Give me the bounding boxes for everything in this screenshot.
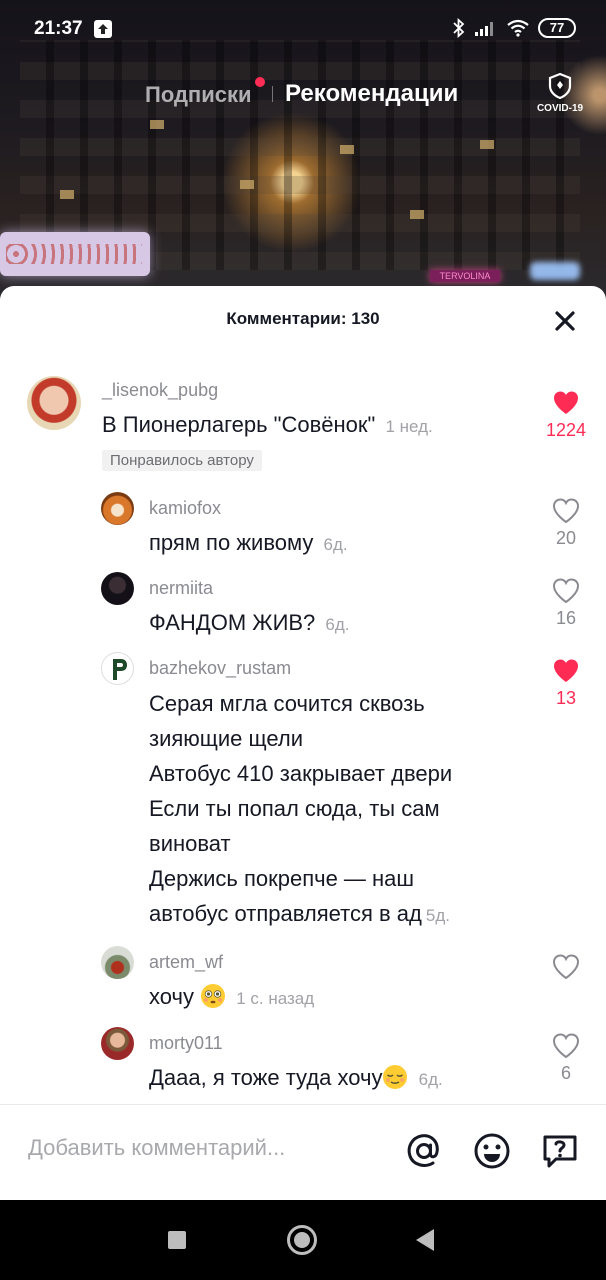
like-button[interactable] [536, 954, 596, 984]
like-button[interactable]: 16 [536, 578, 596, 629]
window-light [480, 140, 494, 149]
comments-count-title: Комментарии: 130 [226, 309, 380, 328]
back-button[interactable] [416, 1229, 434, 1251]
relieved-face-emoji-icon [383, 1065, 408, 1089]
close-icon[interactable] [552, 308, 578, 334]
comment-username[interactable]: kamiofox [149, 498, 221, 519]
comment-body: хочу [149, 984, 194, 1009]
heart-filled-icon [554, 391, 578, 414]
comment-line: Серая мгла сочится сквозь [149, 691, 425, 716]
recent-apps-button[interactable] [168, 1231, 186, 1249]
comments-header: Комментарии: 130 [0, 286, 606, 350]
comment-username[interactable]: nermiita [149, 578, 213, 599]
window-light [410, 210, 424, 219]
status-time: 21:37 [34, 18, 83, 39]
comment-body: ФАНДОМ ЖИВ? [149, 610, 316, 635]
tab-divider [272, 86, 273, 102]
heart-outline-icon [552, 498, 580, 524]
letter-p-icon [113, 659, 127, 680]
comment-body: Дааа, я тоже туда хочу [149, 1065, 383, 1090]
heart-outline-icon [552, 1033, 580, 1059]
heart-outline-icon [552, 578, 580, 604]
comment-time: 1 нед. [385, 417, 433, 436]
like-button[interactable]: 13 [536, 658, 596, 709]
like-count: 16 [555, 608, 577, 628]
like-count: 20 [555, 528, 577, 548]
comment-input-bar: Добавить комментарий... [0, 1104, 606, 1200]
like-count: 1224 [545, 420, 587, 440]
creator-liked-badge: Понравилось автору [102, 450, 262, 471]
comments-sheet: Комментарии: 130 _lisenok_pubg В Пионерл… [0, 286, 606, 1200]
window-light [340, 145, 354, 154]
comment-time: 6д. [418, 1070, 443, 1089]
blue-light [530, 262, 580, 280]
notification-dot [255, 77, 265, 87]
comment-line: Держись покрепче — наш [149, 866, 415, 891]
wifi-icon [507, 19, 529, 37]
shield-icon [548, 72, 572, 100]
comment-body: В Пионерлагерь "Совёнок" [102, 412, 376, 437]
comment-time: 6д. [325, 615, 350, 634]
avatar[interactable] [101, 946, 134, 979]
avatar[interactable] [101, 492, 134, 525]
avatar[interactable] [101, 572, 134, 605]
comment-line: Автобус 410 закрывает двери [149, 761, 453, 786]
mention-icon[interactable] [404, 1131, 444, 1171]
like-count: 13 [555, 688, 577, 708]
battery-indicator: 77 [538, 18, 576, 38]
like-button[interactable]: 6 [536, 1033, 596, 1084]
comment-username[interactable]: artem_wf [149, 952, 223, 973]
tab-following[interactable]: Подписки [145, 82, 252, 108]
window-light [150, 120, 164, 129]
bluetooth-icon [453, 18, 465, 38]
comment-text: Серая мгла сочится сквозь зияющие щели А… [149, 686, 452, 933]
window-light [240, 180, 254, 189]
tab-for-you[interactable]: Рекомендации [285, 80, 458, 108]
comment-line: Если ты попал сюда, ты сам [149, 796, 440, 821]
comment-username[interactable]: bazhekov_rustam [149, 658, 291, 679]
comment-text: В Пионерлагерь "Совёнок" 1 нед. [102, 407, 433, 444]
like-count: 6 [560, 1063, 571, 1083]
comment-username[interactable]: morty011 [149, 1033, 223, 1054]
covid-button[interactable]: COVID-19 [530, 72, 590, 122]
feed-tabs: Подписки Рекомендации COVID-19 [0, 72, 606, 114]
signal-icon [475, 22, 493, 36]
like-button[interactable]: 20 [536, 498, 596, 549]
like-button[interactable]: 1224 [536, 390, 596, 441]
status-icons: 77 [452, 18, 576, 38]
window-light [60, 190, 74, 199]
comment-time: 5д. [425, 906, 450, 925]
home-button[interactable] [287, 1225, 317, 1255]
comment-username[interactable]: _lisenok_pubg [102, 380, 218, 401]
comment-time: 6д. [323, 535, 348, 554]
comment-text: прям по живому 6д. [149, 525, 348, 562]
heart-filled-icon [554, 659, 578, 682]
comment-text: Дааа, я тоже туда хочу 6д. [149, 1060, 443, 1097]
comment-body: прям по живому [149, 530, 314, 555]
comment-input[interactable]: Добавить комментарий... [28, 1135, 285, 1161]
upload-icon [94, 20, 112, 38]
comment-text: ФАНДОМ ЖИВ? 6д. [149, 605, 350, 642]
covid-label: COVID-19 [536, 103, 584, 114]
avatar[interactable] [27, 376, 81, 430]
neon-sign-pattern [6, 244, 142, 264]
avatar[interactable] [101, 652, 134, 685]
avatar[interactable] [101, 1027, 134, 1060]
emoji-picker-icon[interactable] [472, 1131, 512, 1171]
system-nav-bar [0, 1200, 606, 1280]
heart-outline-icon [552, 954, 580, 980]
comment-line: зияющие щели [149, 726, 304, 751]
flushed-face-emoji-icon [201, 984, 226, 1008]
question-icon[interactable] [540, 1131, 580, 1171]
comment-line: виноват [149, 831, 231, 856]
comment-line: автобус отправляется в ад [149, 901, 422, 926]
shop-sign: TERVOLINA [430, 270, 500, 282]
status-bar: 21:37 77 [0, 0, 606, 60]
comment-time: 1 с. назад [236, 989, 315, 1008]
comment-text: хочу 1 с. назад [149, 979, 314, 1016]
